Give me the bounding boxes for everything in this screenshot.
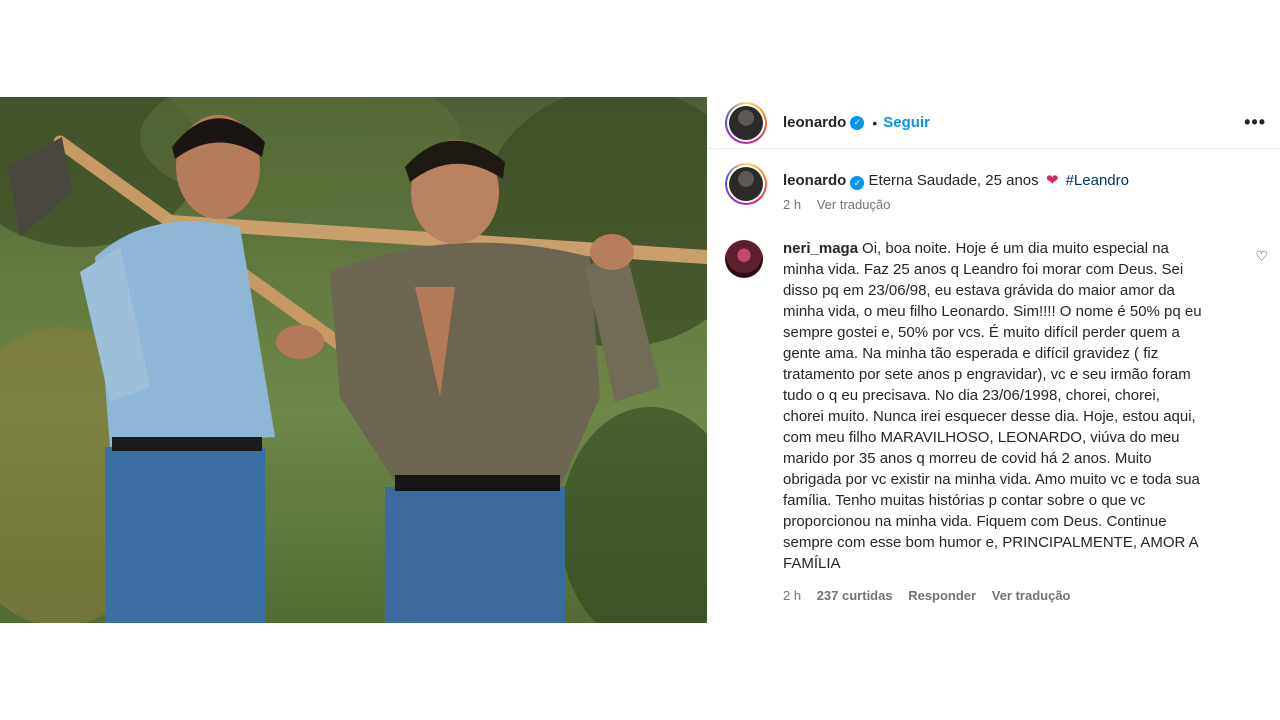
author-username[interactable]: leonardo	[783, 114, 846, 131]
comment-translate-link[interactable]: Ver tradução	[992, 588, 1071, 603]
more-options-icon[interactable]: •••	[1244, 112, 1266, 133]
commenter-avatar[interactable]	[725, 240, 763, 278]
comment: neri_maga Oi, boa noite. Hoje é um dia mu…	[707, 212, 1280, 603]
comment-body: neri_maga Oi, boa noite. Hoje é um dia mu…	[783, 230, 1248, 603]
comment-meta: 2 h 237 curtidas Responder Ver tradução	[783, 588, 1248, 603]
caption: leonardo ✓ Eterna Saudade, 25 anos ❤ #Lea…	[707, 149, 1280, 212]
like-comment-heart-icon[interactable]: ♡	[1255, 248, 1268, 265]
post-side-panel: leonardo ✓ • Seguir ••• leonardo ✓ Eterna…	[707, 97, 1280, 623]
avatar-image	[729, 105, 763, 140]
red-heart-emoji: ❤	[1045, 172, 1059, 189]
caption-translate-link[interactable]: Ver tradução	[817, 197, 891, 212]
post-image	[0, 97, 707, 623]
post-photo[interactable]	[0, 97, 707, 623]
post-header: leonardo ✓ • Seguir •••	[707, 97, 1280, 149]
caption-timestamp[interactable]: 2 h	[783, 197, 801, 212]
hashtag-link[interactable]: #Leandro	[1066, 172, 1129, 189]
caption-text-line: leonardo ✓ Eterna Saudade, 25 anos ❤ #Lea…	[783, 170, 1129, 192]
follow-button[interactable]: Seguir	[883, 114, 930, 131]
caption-avatar[interactable]	[725, 163, 767, 205]
comment-text: neri_maga Oi, boa noite. Hoje é um dia mu…	[783, 230, 1248, 574]
caption-meta: 2 h Ver tradução	[783, 197, 1129, 212]
caption-body: leonardo ✓ Eterna Saudade, 25 anos ❤ #Lea…	[783, 163, 1129, 212]
verified-badge-icon: ✓	[850, 176, 865, 190]
comment-message: Oi, boa noite. Hoje é um dia muito espec…	[783, 240, 1202, 572]
separator-dot: •	[872, 114, 878, 131]
verified-badge-icon: ✓	[850, 115, 865, 130]
avatar-image	[729, 167, 763, 201]
comment-likes-count[interactable]: 237 curtidas	[817, 588, 893, 603]
caption-text: Eterna Saudade, 25 anos	[868, 172, 1039, 189]
commenter-username[interactable]: neri_maga	[783, 240, 858, 257]
comment-timestamp[interactable]: 2 h	[783, 588, 801, 603]
reply-button[interactable]: Responder	[908, 588, 976, 603]
caption-username[interactable]: leonardo	[783, 172, 846, 189]
author-avatar[interactable]	[725, 101, 767, 144]
